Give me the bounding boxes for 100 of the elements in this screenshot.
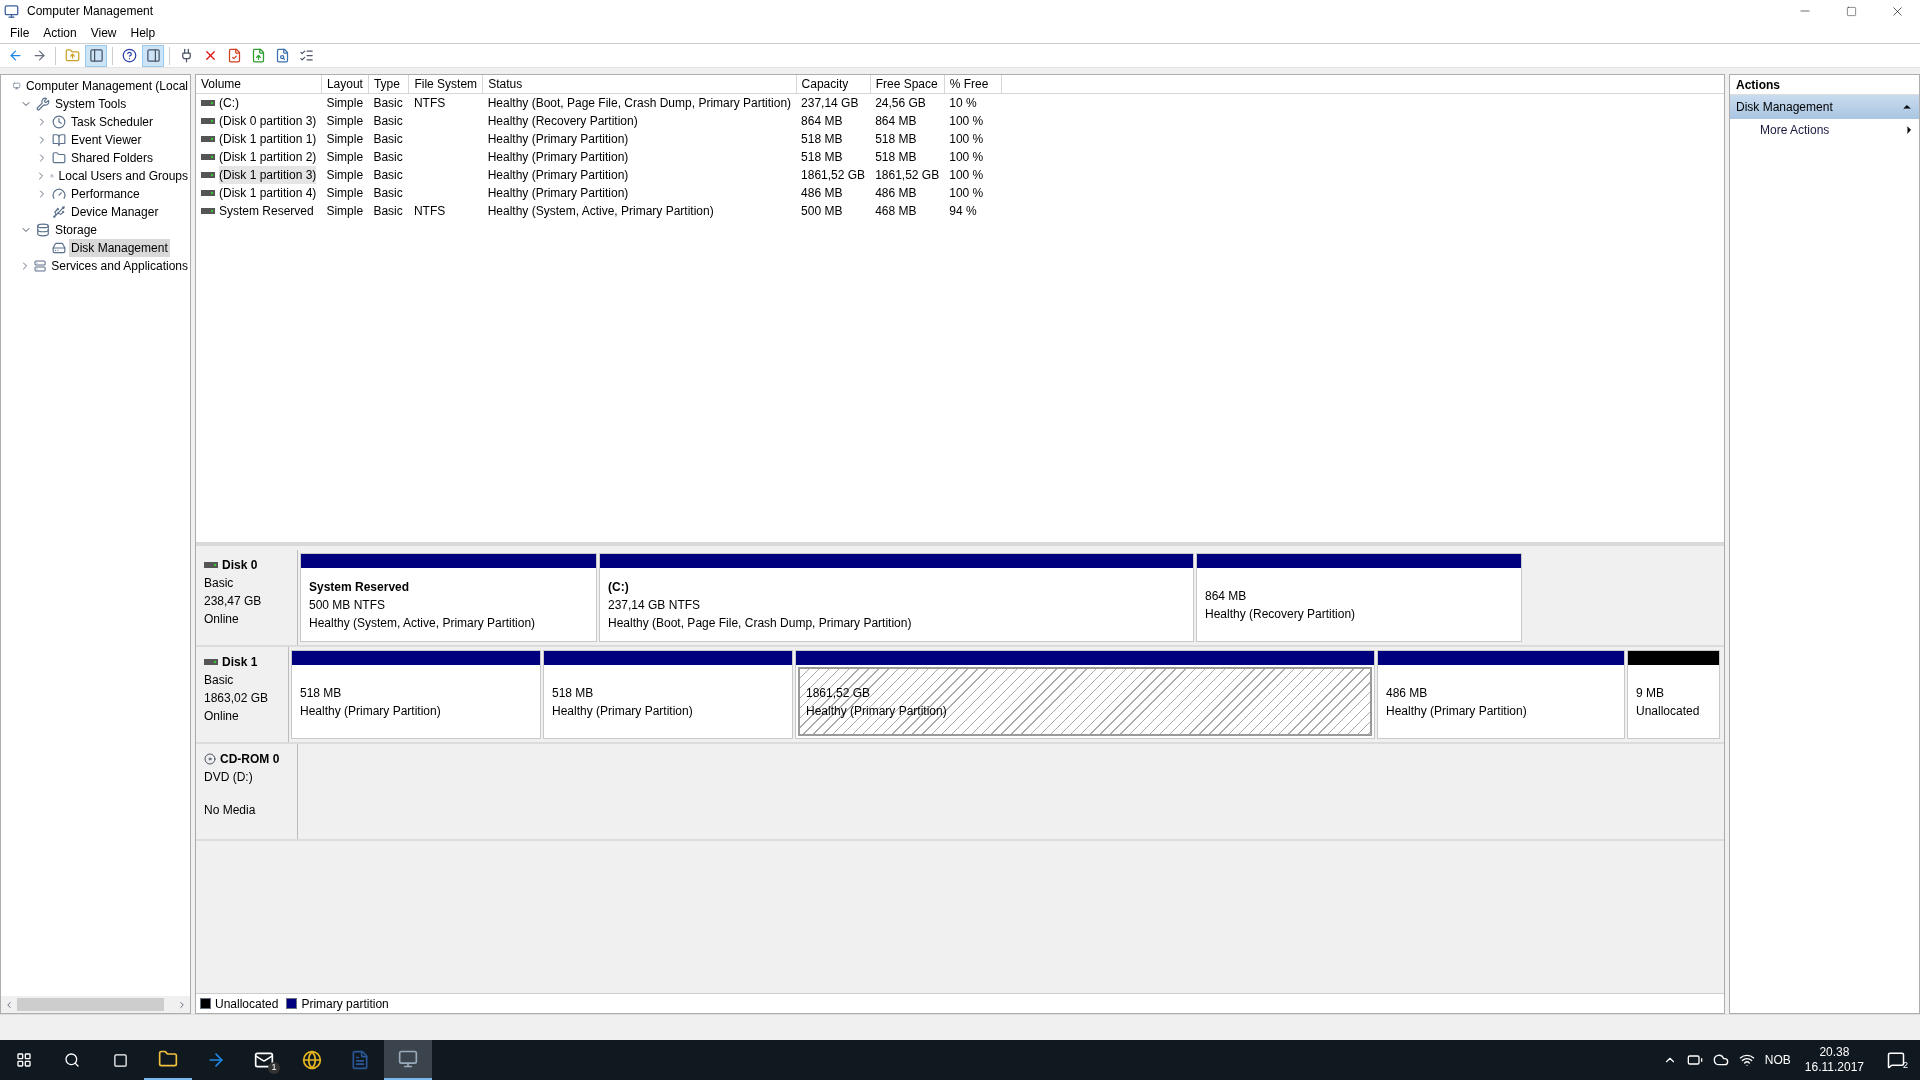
table-cell[interactable]: (Disk 1 partition 2) bbox=[219, 148, 317, 166]
drive-icon bbox=[201, 118, 215, 124]
partition-status: Healthy (Primary Partition) bbox=[1386, 702, 1528, 720]
column-header[interactable]: Layout bbox=[321, 75, 369, 94]
table-cell: Healthy (Primary Partition) bbox=[487, 186, 629, 200]
file-search-icon bbox=[274, 48, 290, 63]
windows-icon bbox=[16, 1052, 32, 1068]
menu-item[interactable]: Help bbox=[124, 23, 162, 42]
table-cell[interactable]: (Disk 1 partition 3) bbox=[219, 166, 317, 184]
table-cell: Simple bbox=[326, 96, 364, 110]
table-cell: Basic bbox=[373, 96, 403, 110]
tree-item[interactable]: Performance bbox=[69, 185, 142, 203]
toolbar-button[interactable] bbox=[142, 44, 164, 67]
partition-block[interactable]: 518 MB Healthy (Primary Partition) bbox=[543, 650, 793, 739]
partition-block[interactable]: System Reserved 500 MB NTFS Healthy (System, Active, Primary Partition) bbox=[300, 553, 597, 642]
table-cell: 10 % bbox=[949, 96, 977, 110]
table-cell[interactable]: (Disk 1 partition 4) bbox=[219, 184, 317, 202]
tree-item[interactable]: Computer Management (Local bbox=[23, 77, 190, 95]
tree-item[interactable]: Shared Folders bbox=[69, 149, 156, 167]
partition-size: 500 MB NTFS bbox=[309, 596, 387, 614]
column-header[interactable]: Type bbox=[368, 75, 409, 94]
notification-button[interactable]: 2 bbox=[1878, 1040, 1914, 1080]
notification-count: 2 bbox=[1903, 1058, 1908, 1072]
tree-item[interactable]: Disk Management bbox=[69, 239, 170, 257]
partition-block[interactable]: 9 MB Unallocated bbox=[1627, 650, 1720, 739]
battery-icon[interactable] bbox=[1686, 1052, 1703, 1068]
table-cell: 486 MB bbox=[801, 186, 843, 200]
scroll-left-icon[interactable] bbox=[4, 999, 14, 1010]
table-cell[interactable]: System Reserved bbox=[219, 202, 314, 220]
column-header[interactable]: Capacity bbox=[796, 75, 871, 94]
table-cell: 518 MB bbox=[801, 150, 843, 164]
cloud-icon[interactable] bbox=[1712, 1052, 1729, 1068]
drive-icon bbox=[201, 154, 215, 160]
tree-item[interactable]: Local Users and Groups bbox=[56, 167, 190, 185]
partition-size: 9 MB bbox=[1636, 684, 1665, 702]
document-icon bbox=[350, 1050, 370, 1070]
drive-icon bbox=[201, 100, 215, 106]
book-icon bbox=[52, 133, 66, 147]
tree-item[interactable]: Services and Applications bbox=[49, 257, 190, 275]
partition-block[interactable]: (C:) 237,14 GB NTFS Healthy (Boot, Page File, Crash Dump, Primary Partition) bbox=[599, 553, 1194, 642]
table-cell: Simple bbox=[326, 150, 364, 164]
clock[interactable]: 20.38 16.11.2017 bbox=[1800, 1045, 1868, 1075]
menu-item[interactable]: Action bbox=[37, 23, 83, 42]
table-cell: 864 MB bbox=[801, 114, 843, 128]
drive-icon bbox=[204, 562, 218, 568]
tree-item[interactable]: Task Scheduler bbox=[69, 113, 156, 131]
partition-status: Healthy (Primary Partition) bbox=[552, 702, 694, 720]
column-header[interactable]: Volume bbox=[196, 75, 322, 94]
partition-size: 237,14 GB NTFS bbox=[608, 596, 702, 614]
table-cell: Simple bbox=[326, 204, 364, 218]
column-header[interactable]: Free Space bbox=[870, 75, 945, 94]
table-cell: Basic bbox=[373, 150, 403, 164]
drive-icon bbox=[201, 172, 215, 178]
input-language[interactable]: NOB bbox=[1764, 1051, 1791, 1069]
action-link[interactable]: More Actions bbox=[1760, 121, 1830, 139]
tree-item[interactable]: Storage bbox=[53, 221, 100, 239]
scrollbar-thumb[interactable] bbox=[17, 998, 164, 1011]
partition-status: Healthy (Primary Partition) bbox=[806, 702, 948, 720]
table-cell: 468 MB bbox=[875, 204, 917, 218]
table-cell[interactable]: (C:) bbox=[219, 94, 239, 112]
table-cell: 94 % bbox=[949, 204, 977, 218]
partition-block[interactable]: 1861,52 GB Healthy (Primary Partition) bbox=[795, 650, 1375, 739]
tree-item[interactable]: Event Viewer bbox=[69, 131, 144, 149]
column-header[interactable]: % Free bbox=[944, 75, 1002, 94]
table-cell: Healthy (System, Active, Primary Partition) bbox=[487, 204, 714, 218]
partition-block[interactable]: 486 MB Healthy (Primary Partition) bbox=[1377, 650, 1625, 739]
table-cell: Basic bbox=[373, 132, 403, 146]
table-cell: 100 % bbox=[949, 168, 984, 182]
menu-item[interactable]: View bbox=[84, 23, 123, 42]
menu-item[interactable]: File bbox=[4, 23, 36, 42]
app-icon bbox=[4, 3, 19, 19]
column-header[interactable]: File System bbox=[408, 75, 483, 94]
actions-section-header[interactable]: Disk Management bbox=[1730, 95, 1919, 119]
taskbar-app[interactable]: 1 bbox=[240, 1040, 288, 1080]
partition-size: 486 MB bbox=[1386, 684, 1429, 702]
cd-icon bbox=[204, 753, 216, 765]
table-cell: Basic bbox=[373, 168, 403, 182]
partition-block[interactable]: 864 MB Healthy (Recovery Partition) bbox=[1196, 553, 1522, 642]
tree-item[interactable]: System Tools bbox=[53, 95, 129, 113]
horizontal-scrollbar[interactable] bbox=[1, 996, 190, 1013]
folder-icon bbox=[52, 151, 66, 165]
table-cell[interactable]: (Disk 0 partition 3) bbox=[219, 112, 317, 130]
tree-item[interactable]: Device Manager bbox=[69, 203, 161, 221]
mail-icon bbox=[254, 1050, 274, 1070]
column-header[interactable]: Status bbox=[482, 75, 797, 94]
taskbar-app[interactable] bbox=[384, 1040, 432, 1080]
table-cell[interactable]: (Disk 1 partition 1) bbox=[219, 130, 317, 148]
panel-left-icon bbox=[88, 48, 104, 63]
toolbar-button[interactable] bbox=[85, 44, 107, 67]
table-cell: Healthy (Primary Partition) bbox=[487, 150, 629, 164]
partition-status: Healthy (Boot, Page File, Crash Dump, Primary Partition) bbox=[608, 614, 913, 632]
partition-block[interactable]: 518 MB Healthy (Primary Partition) bbox=[291, 650, 541, 739]
wifi-icon[interactable] bbox=[1738, 1052, 1755, 1068]
disk-type: Basic bbox=[204, 672, 235, 689]
disk-size: 1863,02 GB bbox=[204, 690, 270, 707]
table-cell: NTFS bbox=[413, 204, 446, 218]
scroll-right-icon[interactable] bbox=[177, 999, 187, 1010]
section-title: Disk Management bbox=[1736, 99, 1833, 116]
partition-size: 864 MB bbox=[1205, 587, 1248, 605]
clock-icon bbox=[52, 115, 66, 129]
